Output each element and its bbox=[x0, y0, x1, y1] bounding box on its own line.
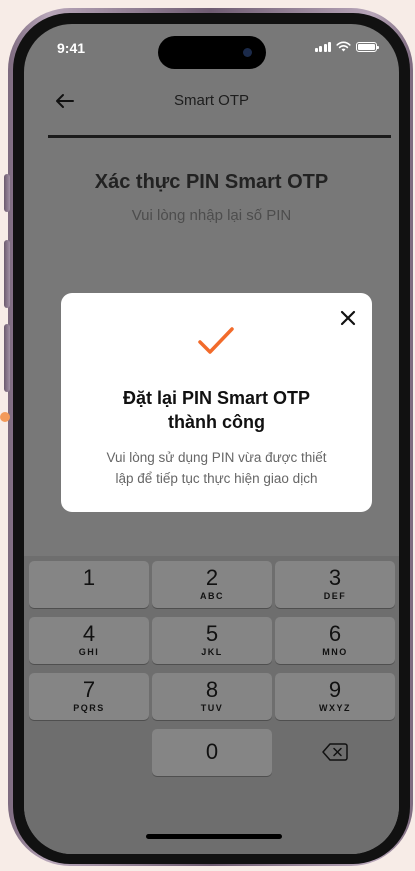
key-digit: 3 bbox=[328, 565, 342, 590]
status-bar: 9:41 bbox=[24, 24, 399, 74]
dialog-title: Đặt lại PIN Smart OTP thành công bbox=[81, 386, 352, 434]
key-digit: 0 bbox=[205, 739, 219, 764]
key-8[interactable]: 8 TUV bbox=[152, 673, 272, 720]
key-digit: 7 bbox=[82, 677, 96, 702]
signal-icon bbox=[314, 42, 331, 52]
accent-dot bbox=[0, 412, 10, 422]
key-letters: DEF bbox=[323, 591, 347, 601]
key-letters: JKL bbox=[201, 647, 223, 657]
camera-icon bbox=[243, 48, 252, 57]
key-0[interactable]: 0 bbox=[152, 729, 272, 776]
key-9[interactable]: 9 WXYZ bbox=[275, 673, 395, 720]
dialog-message-line1: Vui lòng sử dụng PIN vừa được thiết bbox=[106, 450, 327, 465]
close-button[interactable] bbox=[338, 308, 358, 328]
home-indicator bbox=[146, 834, 282, 839]
key-digit: 1 bbox=[82, 565, 96, 590]
dialog-message-line2: lập để tiếp tục thực hiện giao dịch bbox=[115, 471, 318, 486]
checkmark-icon bbox=[198, 327, 234, 354]
dialog-message: Vui lòng sử dụng PIN vừa được thiết lập … bbox=[81, 447, 352, 489]
wifi-icon bbox=[336, 41, 351, 52]
key-digit: 4 bbox=[82, 621, 96, 646]
dynamic-island bbox=[158, 36, 266, 69]
key-letters: WXYZ bbox=[319, 703, 351, 713]
key-letters: GHI bbox=[78, 647, 100, 657]
backspace-icon bbox=[322, 743, 348, 761]
key-4[interactable]: 4 GHI bbox=[29, 617, 149, 664]
key-digit: 6 bbox=[328, 621, 342, 646]
battery-icon bbox=[356, 42, 379, 52]
key-letters: TUV bbox=[200, 703, 224, 713]
nav-title: Smart OTP bbox=[173, 92, 249, 109]
close-icon bbox=[340, 310, 356, 326]
volume-up-button bbox=[4, 240, 10, 308]
key-letters: MNO bbox=[322, 647, 348, 657]
key-7[interactable]: 7 PQRS bbox=[29, 673, 149, 720]
pin-title: Xác thực PIN Smart OTP bbox=[94, 171, 329, 193]
dialog-title-line2: thành công bbox=[168, 412, 265, 432]
key-2[interactable]: 2 ABC bbox=[152, 561, 272, 608]
phone-screen: 9:41 Smart OTP Xác thực PIN Smart OTP Vu… bbox=[24, 24, 399, 854]
dialog-title-line1: Đặt lại PIN Smart OTP bbox=[122, 388, 311, 408]
key-3[interactable]: 3 DEF bbox=[275, 561, 395, 608]
volume-down-button bbox=[4, 324, 10, 392]
key-1[interactable]: 1 bbox=[29, 561, 149, 608]
key-digit: 8 bbox=[205, 677, 219, 702]
key-letters: PQRS bbox=[73, 703, 105, 713]
numeric-keypad: 1 2 ABC 3 DEF 4 GHI 5 JKL 6 MNO 7 PQRS 8… bbox=[24, 556, 399, 854]
key-digit: 5 bbox=[205, 621, 219, 646]
key-digit: 9 bbox=[328, 677, 342, 702]
key-5[interactable]: 5 JKL bbox=[152, 617, 272, 664]
pin-subtitle: Vui lòng nhập lại số PIN bbox=[131, 207, 292, 224]
key-6[interactable]: 6 MNO bbox=[275, 617, 395, 664]
success-dialog: Đặt lại PIN Smart OTP thành công Vui lòn… bbox=[61, 293, 372, 512]
action-button bbox=[4, 174, 10, 212]
nav-bar: Smart OTP bbox=[24, 84, 399, 124]
status-time: 9:41 bbox=[57, 40, 86, 56]
delete-key[interactable] bbox=[275, 729, 395, 776]
divider bbox=[48, 135, 391, 138]
key-digit: 2 bbox=[205, 565, 219, 590]
key-letters: ABC bbox=[200, 591, 224, 601]
status-icons bbox=[314, 41, 379, 52]
